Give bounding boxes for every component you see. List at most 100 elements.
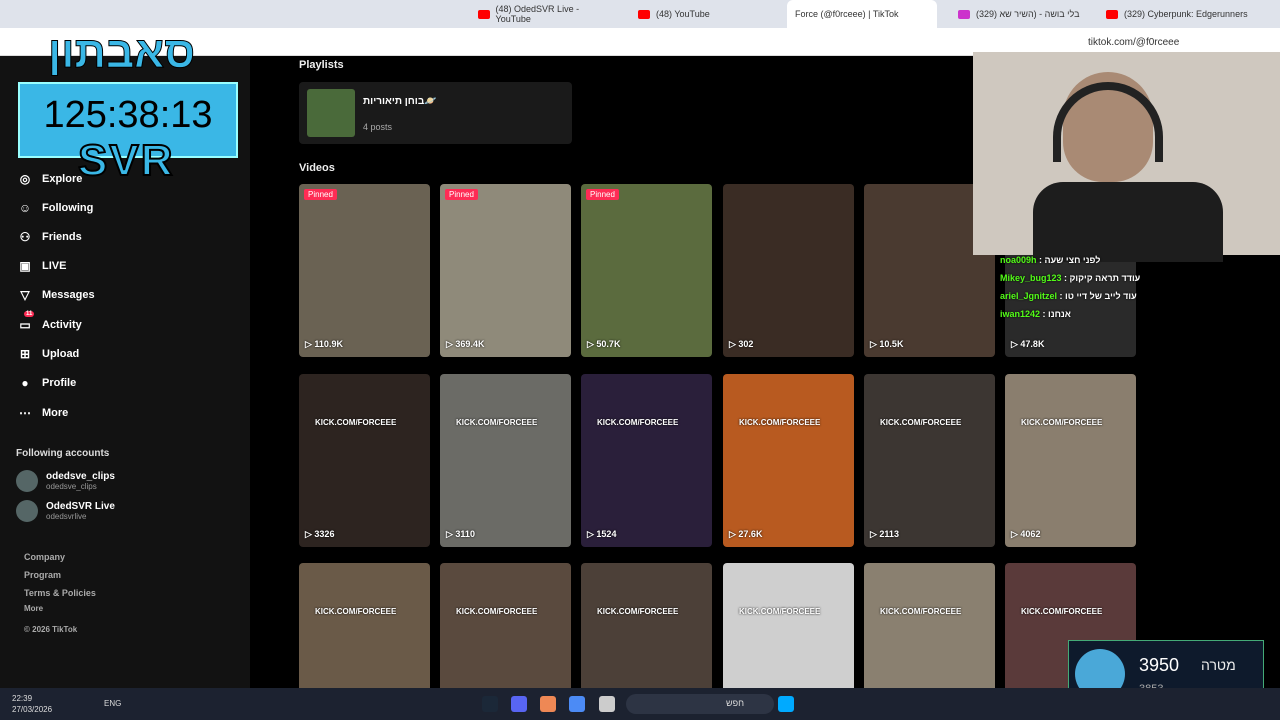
kick-watermark: KICK.COM/FORCEEE xyxy=(880,418,962,427)
view-count: ▷ 4062 xyxy=(1011,529,1041,539)
browser-tab-bar: (48) OdedSVR Live - YouTube (48) YouTube… xyxy=(0,0,1280,28)
video-thumbnail[interactable]: KICK.COM/FORCEEE xyxy=(723,563,854,688)
music-icon xyxy=(958,9,970,19)
sidebar-item-live[interactable]: ▣ LIVE xyxy=(16,257,66,275)
following-accounts-title: Following accounts xyxy=(16,448,110,459)
footer-link-more[interactable]: More xyxy=(24,604,43,613)
kick-watermark: KICK.COM/FORCEEE xyxy=(597,607,679,616)
video-thumbnail[interactable]: KICK.COM/FORCEEE xyxy=(864,563,995,688)
chrome-icon[interactable] xyxy=(569,696,585,712)
play-icon: ▷ xyxy=(870,339,880,349)
video-thumbnail[interactable]: KICK.COM/FORCEEE ▷ 2113 xyxy=(864,374,995,547)
youtube-icon xyxy=(478,9,490,19)
tab-cyberpunk[interactable]: (329) Cyberpunk: Edgerunners xyxy=(1098,0,1258,28)
chat-message: ariel_Jgnitzel : עוד לייב של דיי טו xyxy=(1000,291,1137,301)
video-thumbnail[interactable]: KICK.COM/FORCEEE ▷ 4062 xyxy=(1005,374,1136,547)
footer-link-program[interactable]: Program xyxy=(24,570,61,580)
windows-start-icon[interactable] xyxy=(778,696,794,712)
search-input[interactable]: חפש xyxy=(626,694,774,714)
kick-watermark: KICK.COM/FORCEEE xyxy=(456,607,538,616)
goal-label: מטרה xyxy=(1201,657,1236,673)
view-count: ▷ 10.5K xyxy=(870,339,904,349)
chat-message: noa009h : לפני חצי שעה xyxy=(1000,255,1101,265)
sidebar-item-following[interactable]: ☺ Following xyxy=(16,199,93,217)
pinned-badge: Pinned xyxy=(586,189,619,200)
youtube-icon xyxy=(638,9,650,19)
goal-current: 3950 xyxy=(1139,655,1180,675)
svr-brand: SVR xyxy=(77,135,175,186)
paper-plane-icon: ▽ xyxy=(20,288,30,302)
tab-odedsvr-live[interactable]: (48) OdedSVR Live - YouTube xyxy=(470,0,620,28)
video-thumbnail[interactable]: KICK.COM/FORCEEE xyxy=(440,563,571,688)
pinned-badge: Pinned xyxy=(445,189,478,200)
view-count: ▷ 50.7K xyxy=(587,339,621,349)
kick-watermark: KICK.COM/FORCEEE xyxy=(456,418,538,427)
kick-watermark: KICK.COM/FORCEEE xyxy=(315,418,397,427)
video-thumbnail[interactable]: ▷ 302 xyxy=(723,184,854,357)
video-thumbnail[interactable]: Pinned ▷ 110.9K xyxy=(299,184,430,357)
tab-song[interactable]: (329) בלי בושה - (השיר שא xyxy=(950,0,1100,28)
view-count: ▷ 3110 xyxy=(446,529,475,539)
play-icon: ▷ xyxy=(729,339,739,349)
video-thumbnail[interactable]: KICK.COM/FORCEEE xyxy=(299,563,430,688)
video-thumbnail[interactable]: Pinned ▷ 50.7K xyxy=(581,184,712,357)
kick-watermark: KICK.COM/FORCEEE xyxy=(739,418,821,427)
playlist-card[interactable]: בוחן תיאוריות🪐 4 posts xyxy=(299,82,572,144)
tab-youtube[interactable]: (48) YouTube xyxy=(630,0,780,28)
tab-tiktok[interactable]: Force (@f0rceee) | TikTok xyxy=(787,0,937,28)
language-indicator[interactable]: ENG xyxy=(104,699,121,708)
sidebar-item-more[interactable]: ⋯ More xyxy=(16,404,68,422)
compass-icon: ◎ xyxy=(19,172,31,186)
stream-chat: noa009h : לפני חצי שעה Mikey_bug123 : עו… xyxy=(1000,255,1140,355)
view-count: ▷ 302 xyxy=(729,339,754,349)
video-thumbnail[interactable]: KICK.COM/FORCEEE xyxy=(581,563,712,688)
plus-square-icon: ⊞ xyxy=(19,347,31,361)
play-icon: ▷ xyxy=(587,339,597,349)
youtube-icon xyxy=(1106,9,1118,19)
view-count: ▷ 1524 xyxy=(587,529,617,539)
videos-title: Videos xyxy=(299,162,335,174)
inbox-icon: ▭ 11 xyxy=(19,311,35,332)
playlists-title: Playlists xyxy=(299,59,344,71)
following-account[interactable]: OdedSVR Live odedsvrlive xyxy=(16,500,115,522)
kick-watermark: KICK.COM/FORCEEE xyxy=(1021,607,1103,616)
view-count: ▷ 369.4K xyxy=(446,339,485,349)
video-thumbnail[interactable]: KICK.COM/FORCEEE ▷ 3326 xyxy=(299,374,430,547)
view-count: ▷ 110.9K xyxy=(305,339,343,349)
video-thumbnail[interactable]: KICK.COM/FORCEEE ▷ 1524 xyxy=(581,374,712,547)
sidebar-item-explore[interactable]: ◎ Explore xyxy=(16,170,83,188)
playlist-thumbnail xyxy=(307,89,355,137)
kick-watermark: KICK.COM/FORCEEE xyxy=(880,607,962,616)
dots-icon: ⋯ xyxy=(19,406,31,420)
kick-watermark: KICK.COM/FORCEEE xyxy=(739,607,821,616)
sidebar-item-profile[interactable]: ● Profile xyxy=(16,374,76,392)
subathon-logo: סאבתון xyxy=(47,28,196,78)
video-thumbnail[interactable]: KICK.COM/FORCEEE ▷ 3110 xyxy=(440,374,571,547)
windows-taskbar: 22:39 27/03/2026 ENG חפש xyxy=(0,688,1280,720)
clock[interactable]: 22:39 27/03/2026 xyxy=(12,693,52,715)
footer-link-terms[interactable]: Terms & Policies xyxy=(24,588,96,598)
footer-link-company[interactable]: Company xyxy=(24,552,65,562)
sidebar-item-messages[interactable]: ▽ Messages xyxy=(16,286,94,304)
video-thumbnail[interactable]: Pinned ▷ 369.4K xyxy=(440,184,571,357)
file-explorer-icon[interactable] xyxy=(599,696,615,712)
play-icon: ▷ xyxy=(446,529,456,539)
activity-badge: 11 xyxy=(24,311,35,317)
pinned-badge: Pinned xyxy=(304,189,337,200)
following-account[interactable]: odedsve_clips odedsve_clips xyxy=(16,470,115,492)
kick-watermark: KICK.COM/FORCEEE xyxy=(1021,418,1103,427)
sidebar-item-upload[interactable]: ⊞ Upload xyxy=(16,345,79,363)
avatar-icon: ● xyxy=(21,376,29,390)
video-thumbnail[interactable]: KICK.COM/FORCEEE ▷ 27.6K xyxy=(723,374,854,547)
view-count: ▷ 3326 xyxy=(305,529,335,539)
sidebar-item-activity[interactable]: ▭ 11 Activity xyxy=(16,311,82,334)
play-icon: ▷ xyxy=(870,529,880,539)
play-icon: ▷ xyxy=(446,339,456,349)
discord-icon[interactable] xyxy=(511,696,527,712)
kick-watermark: KICK.COM/FORCEEE xyxy=(315,607,397,616)
app-icon[interactable] xyxy=(540,696,556,712)
view-count: ▷ 2113 xyxy=(870,529,899,539)
sidebar-item-friends[interactable]: ⚇ Friends xyxy=(16,228,82,246)
play-icon: ▷ xyxy=(729,529,739,539)
steam-icon[interactable] xyxy=(482,696,498,712)
